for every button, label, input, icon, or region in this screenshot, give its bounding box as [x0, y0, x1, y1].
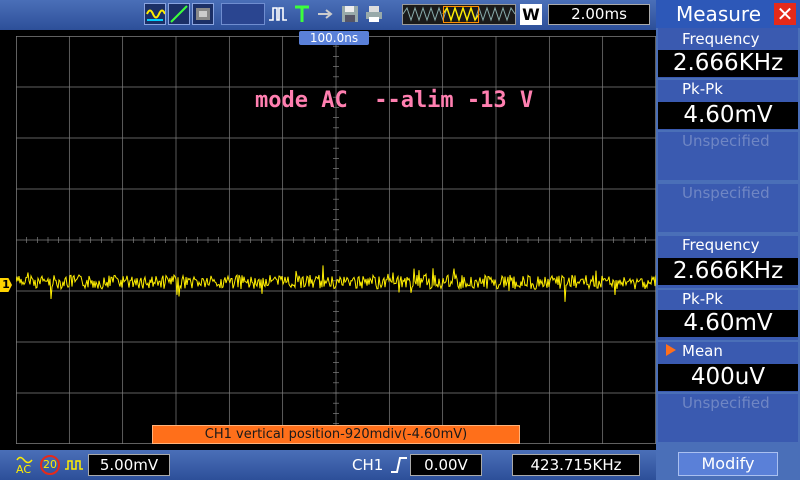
trigger-level[interactable]: 0.00V: [410, 454, 482, 476]
ch1-scale[interactable]: 5.00mV: [88, 454, 170, 476]
measure-slot-1[interactable]: Frequency 2.666KHz: [658, 28, 798, 78]
pulse-icon[interactable]: [268, 3, 288, 25]
measure-value-1: 2.666KHz: [658, 50, 798, 77]
rising-edge-icon: [390, 455, 408, 475]
close-icon[interactable]: ✕: [774, 3, 796, 25]
screen-annotation: mode AC --alim -13 V: [255, 88, 534, 113]
measure-label-8: Unspecified: [682, 394, 770, 412]
arrow-icon[interactable]: [316, 3, 336, 25]
square-wave-icon: [64, 456, 84, 474]
measure-slot-7[interactable]: Mean 400uV: [658, 342, 798, 392]
print-icon[interactable]: [364, 3, 384, 25]
display-mode-icons: [144, 3, 214, 25]
measure-slot-4[interactable]: Unspecified: [658, 184, 798, 232]
run-controls: [268, 3, 384, 25]
timebase-readout[interactable]: 2.00ms: [548, 4, 650, 25]
measure-label-1: Frequency: [682, 30, 760, 48]
modify-button[interactable]: Modify: [678, 452, 778, 476]
persistence-icon[interactable]: [192, 3, 214, 25]
trigger-position-marker[interactable]: 100.0ns: [299, 31, 369, 45]
save-icon[interactable]: [340, 3, 360, 25]
frequency-counter: 423.715KHz: [512, 454, 640, 476]
measure-slot-2[interactable]: Pk-Pk 4.60mV: [658, 80, 798, 130]
measure-value-5: 2.666KHz: [658, 258, 798, 285]
view-window-marker: [443, 6, 479, 23]
measure-label-2: Pk-Pk: [682, 80, 723, 98]
measure-label-5: Frequency: [682, 236, 760, 254]
measure-title: Measure: [676, 2, 761, 26]
ramp-icon[interactable]: [168, 3, 190, 25]
measure-value-7: 400uV: [658, 364, 798, 391]
status-blank-box: [221, 3, 265, 25]
window-icon[interactable]: W: [520, 4, 542, 25]
measure-header: Measure ✕: [656, 0, 800, 28]
ac-coupling-icon[interactable]: [144, 3, 166, 25]
measure-value-6: 4.60mV: [658, 310, 798, 337]
measure-label-7: Mean: [682, 342, 723, 360]
measure-label-4: Unspecified: [682, 184, 770, 202]
memory-overview[interactable]: [402, 4, 516, 25]
top-toolbar: W 2.00ms: [0, 0, 656, 30]
measure-panel: Measure ✕ Frequency 2.666KHz Pk-Pk 4.60m…: [656, 0, 800, 480]
measure-slot-6[interactable]: Pk-Pk 4.60mV: [658, 290, 798, 340]
ch1-ground-marker[interactable]: 1: [0, 278, 12, 292]
selected-arrow-icon: [666, 344, 676, 356]
measure-label-3: Unspecified: [682, 132, 770, 150]
bottom-statusbar: AC 20 5.00mV CH1 0.00V 423.715KHz: [0, 450, 656, 480]
ac-coupling-indicator: AC: [16, 454, 34, 476]
measure-slot-3[interactable]: Unspecified: [658, 132, 798, 180]
coupling-label: AC: [16, 463, 32, 476]
bw-limit-icon: 20: [40, 455, 60, 475]
measure-slot-5[interactable]: Frequency 2.666KHz: [658, 236, 798, 288]
trigger-source[interactable]: CH1: [352, 454, 383, 476]
trigger-t-icon[interactable]: [292, 3, 312, 25]
bw-limit-label: 20: [43, 458, 57, 471]
measure-label-6: Pk-Pk: [682, 290, 723, 308]
measure-slot-8[interactable]: Unspecified: [658, 394, 798, 442]
status-message: CH1 vertical position-920mdiv(-4.60mV): [152, 425, 520, 444]
measure-value-2: 4.60mV: [658, 102, 798, 129]
